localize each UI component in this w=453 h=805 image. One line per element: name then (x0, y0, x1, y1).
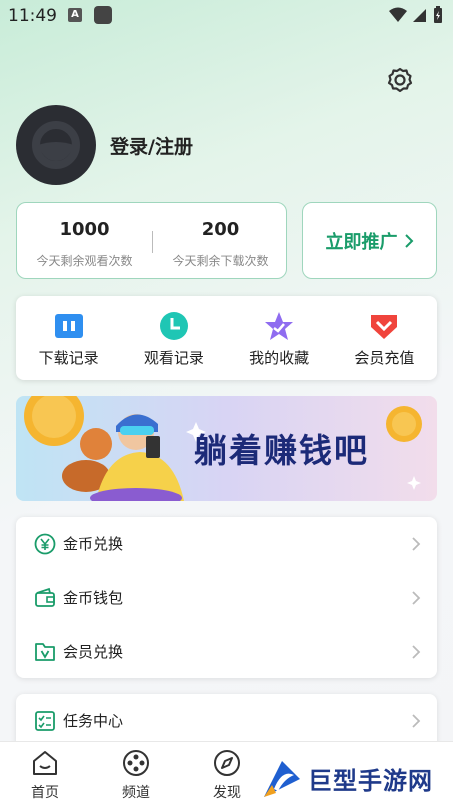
menu-item-vip-exchange[interactable]: 会员兑换 (16, 625, 437, 678)
watch-count-label: 今天剩余观看次数 (36, 254, 133, 268)
quick-watch-record-label: 观看记录 (143, 349, 204, 367)
menu-item-coin-wallet[interactable]: 金币钱包 (16, 571, 437, 624)
watch-count-value: 1000 (59, 219, 110, 240)
menu-item-label: 会员兑换 (63, 643, 124, 661)
download-count-label: 今天剩余下载次数 (172, 254, 269, 268)
battery-icon (434, 6, 442, 23)
nav-channel[interactable]: 频道 (106, 748, 166, 802)
watermark-logo-icon (264, 760, 300, 797)
promote-button[interactable]: 立即推广 (302, 202, 437, 279)
nav-channel-label: 频道 (122, 785, 150, 801)
chevron-right-icon (412, 536, 421, 551)
status-bar: 11:49 A (0, 0, 453, 34)
download-count-value: 200 (201, 219, 240, 240)
chevron-right-icon (412, 590, 421, 605)
vip-folder-icon (35, 642, 55, 661)
menu-card: 金币兑换 金币钱包 会员兑换 (16, 517, 437, 678)
chevron-right-icon (412, 644, 421, 659)
avatar[interactable] (16, 105, 96, 185)
quick-favorites[interactable]: 我的收藏 (227, 296, 332, 380)
notification-a-icon: A (68, 8, 82, 22)
watermark-logo: 巨型手游网 (262, 752, 453, 805)
download-record-icon (54, 314, 83, 338)
nav-discover-label: 发现 (213, 785, 241, 801)
quick-vip-recharge[interactable]: 会员充值 (332, 296, 437, 380)
nav-home-label: 首页 (31, 785, 59, 801)
quick-favorites-label: 我的收藏 (249, 349, 310, 367)
status-indicators (389, 6, 443, 24)
notification-app-icon (94, 6, 112, 24)
nav-discover[interactable]: 发现 (197, 748, 257, 802)
watermark-text: 巨型手游网 (308, 767, 433, 795)
clock-icon (159, 312, 188, 340)
stats-card: 1000 今天剩余观看次数 200 今天剩余下载次数 (16, 202, 287, 279)
menu-item-coin-exchange[interactable]: 金币兑换 (16, 517, 437, 570)
quick-download-record-label: 下载记录 (38, 349, 99, 367)
promote-label: 立即推广 (325, 231, 398, 253)
menu-item-task-center[interactable]: 任务中心 (16, 694, 437, 747)
film-reel-icon (123, 750, 149, 776)
home-icon (33, 751, 57, 775)
promo-banner[interactable]: 躺着赚钱吧 (16, 396, 437, 501)
menu-item-label: 金币兑换 (63, 535, 124, 553)
default-avatar-icon (32, 121, 80, 169)
compass-icon (214, 750, 240, 776)
chevron-right-icon (404, 233, 413, 248)
quick-actions-card: 下载记录 观看记录 我的收藏 会员充值 (16, 296, 437, 380)
settings-button[interactable] (386, 66, 414, 94)
login-register-link[interactable]: 登录/注册 (110, 132, 193, 159)
task-list-icon (35, 710, 55, 731)
quick-watch-record[interactable]: 观看记录 (121, 296, 226, 380)
quick-download-record[interactable]: 下载记录 (16, 296, 121, 380)
yen-coin-icon (34, 533, 56, 554)
star-icon (265, 312, 294, 340)
gear-icon (387, 67, 413, 93)
menu-item-label: 金币钱包 (63, 589, 124, 607)
chevron-right-icon (412, 713, 421, 728)
signal-icon (413, 9, 426, 22)
banner-title: 躺着赚钱吧 (194, 431, 369, 470)
wallet-icon (35, 587, 55, 607)
quick-vip-recharge-label: 会员充值 (354, 349, 415, 367)
menu-item-label: 任务中心 (63, 712, 124, 730)
vip-gem-icon (371, 315, 398, 339)
wifi-icon (389, 7, 407, 22)
watch-count-stat: 1000 今天剩余观看次数 (17, 219, 152, 269)
download-count-stat: 200 今天剩余下载次数 (153, 219, 288, 269)
nav-home[interactable]: 首页 (15, 748, 75, 802)
status-time: 11:49 (8, 6, 57, 26)
